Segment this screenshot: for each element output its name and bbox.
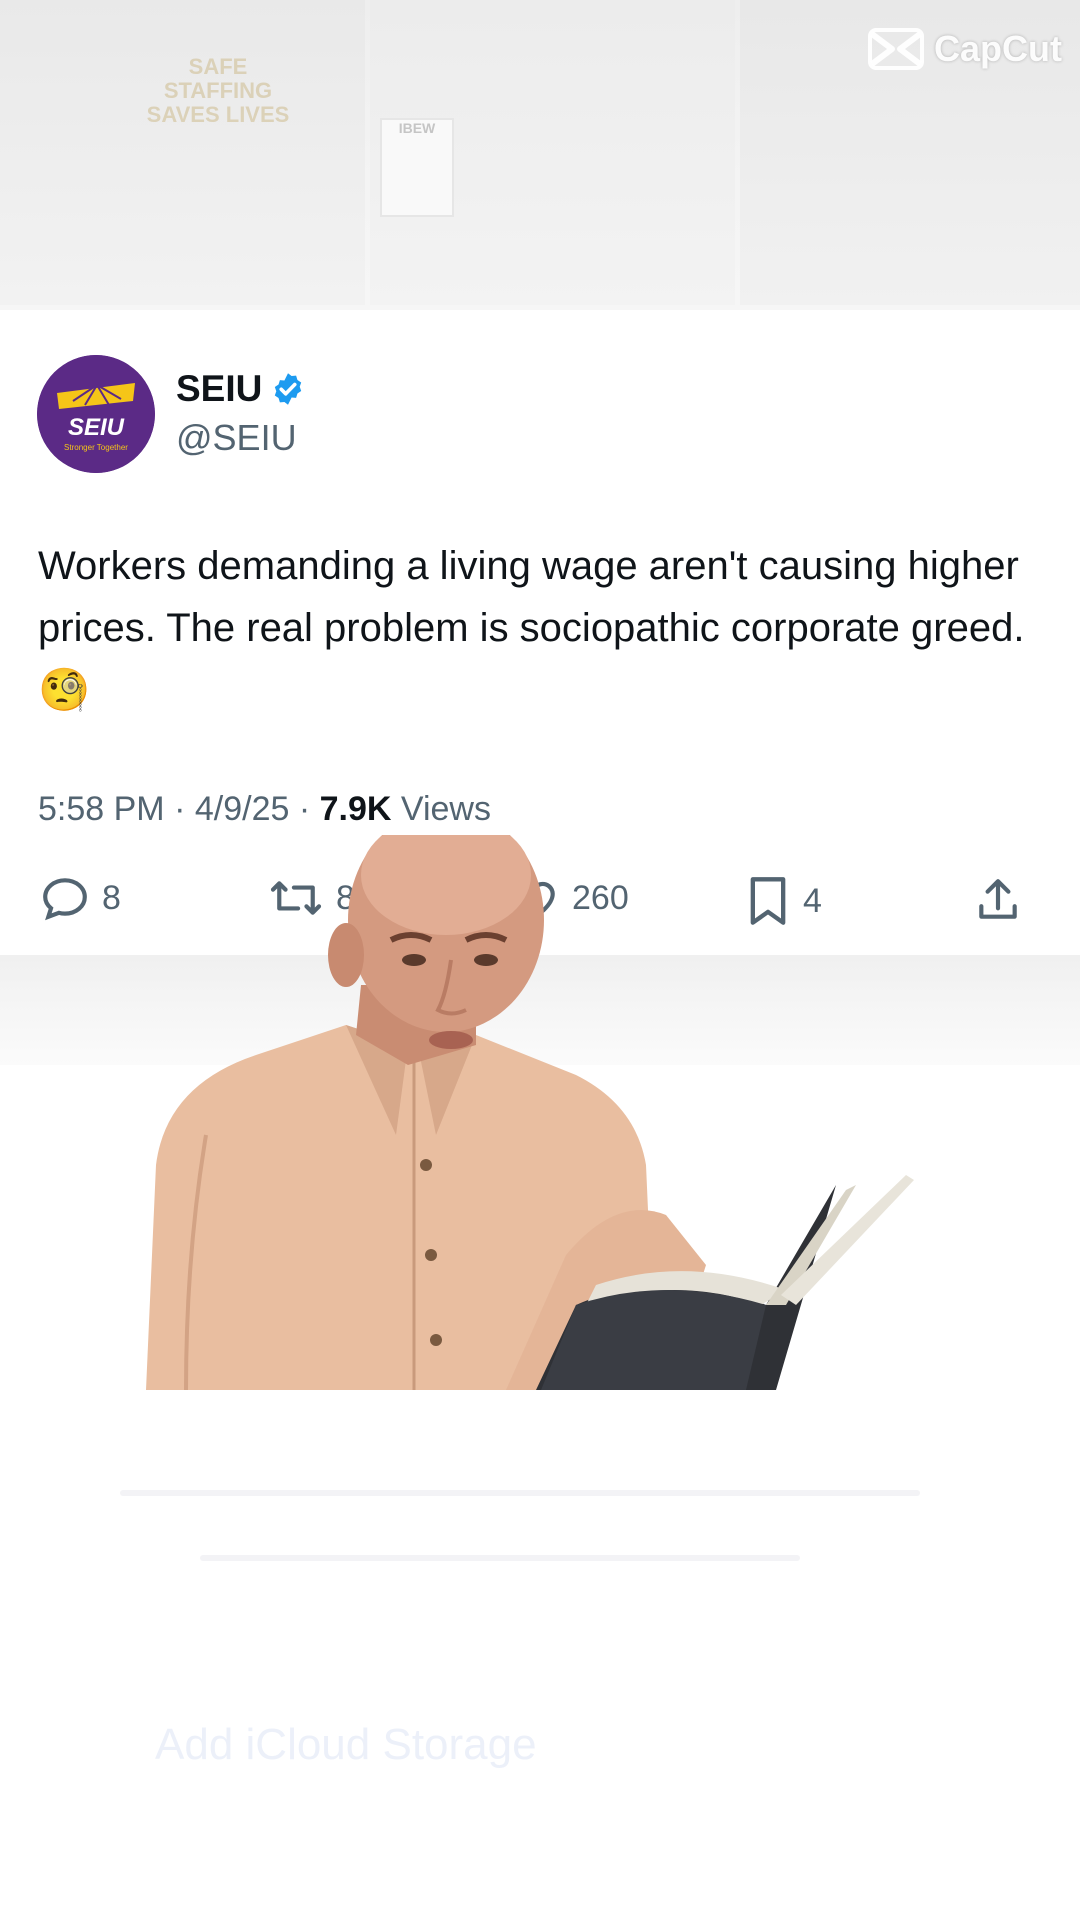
reply-count: 8 xyxy=(102,878,121,917)
reply-button[interactable]: 8 xyxy=(40,875,121,921)
tweet-time[interactable]: 5:58 PM xyxy=(38,790,165,828)
ghost-divider xyxy=(120,1490,920,1496)
capcut-logo-icon xyxy=(868,28,924,70)
capcut-wordmark: CapCut xyxy=(934,28,1062,69)
avatar[interactable]: SEIU Stronger Together xyxy=(37,355,155,473)
reply-icon xyxy=(43,878,87,921)
background-panel-left xyxy=(0,0,365,305)
author-name[interactable]: SEIU xyxy=(176,368,262,410)
protest-sign-ibew: IBEW xyxy=(380,118,454,217)
tweet-date[interactable]: 4/9/25 xyxy=(195,790,290,828)
author-handle[interactable]: @SEIU xyxy=(176,417,297,459)
ghost-text: Add iCloud Storage xyxy=(155,1720,537,1769)
views-label: Views xyxy=(400,790,491,828)
seiu-logo-icon: SEIU Stronger Together xyxy=(37,355,155,473)
monocle-face-emoji: 🧐 xyxy=(38,666,91,713)
share-icon xyxy=(979,879,1017,919)
tweet-body: Workers demanding a living wage aren't c… xyxy=(38,535,1038,722)
tweet-meta: 5:58 PM · 4/9/25 · 7.9K Views xyxy=(38,790,491,828)
tweet-text: Workers demanding a living wage aren't c… xyxy=(38,544,1025,650)
ghost-divider xyxy=(200,1555,800,1561)
verified-badge-icon xyxy=(275,373,302,405)
avatar-text: SEIU xyxy=(68,414,125,441)
capcut-watermark: CapCut xyxy=(868,28,1062,70)
protest-sign-safe-staffing: SAFE STAFFING SAVES LIVES xyxy=(146,54,290,128)
man-reading-book-image xyxy=(146,835,914,1390)
author-name-row: SEIU xyxy=(176,368,306,410)
avatar-subtext: Stronger Together xyxy=(64,443,128,452)
views-count: 7.9K xyxy=(319,790,392,828)
share-button[interactable] xyxy=(973,875,1023,925)
